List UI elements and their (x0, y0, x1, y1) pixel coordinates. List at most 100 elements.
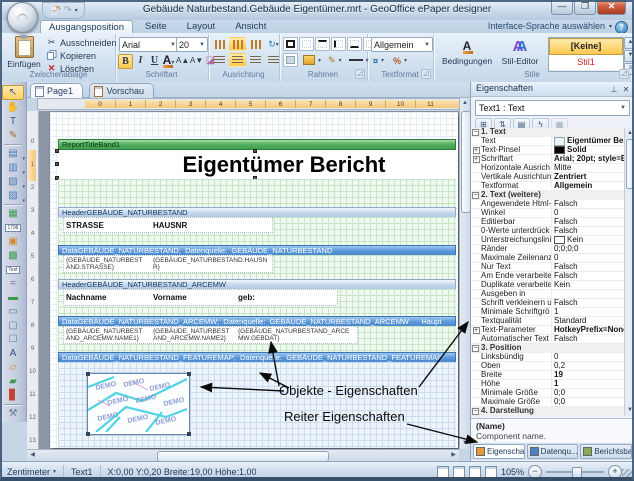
selection-handle[interactable] (55, 149, 59, 153)
label-tool-icon[interactable]: A (3, 347, 23, 360)
field-name2[interactable]: {GEBÄUDE_NATURBESTAND_ARCEMW.NAME2} (153, 328, 233, 342)
resize-grip[interactable] (622, 469, 632, 479)
property-section-header[interactable]: −4. Darstellung (471, 407, 625, 416)
horizontal-ruler[interactable]: 01234567891011 (37, 98, 462, 110)
view-mode-preview-button[interactable] (469, 466, 481, 478)
object-selector-combo[interactable]: Text1 : Text ▼ (475, 100, 630, 116)
property-value[interactable]: 0 (552, 353, 625, 362)
barcode-tool-icon[interactable]: 1798 (3, 221, 23, 234)
picture-tool-icon[interactable]: ▰ (3, 375, 23, 388)
container-tool-icon[interactable]: ▢ (3, 319, 23, 332)
scroll-up-arrow[interactable]: ▲ (625, 128, 634, 139)
number-format-button[interactable]: ¤▾ (371, 54, 386, 67)
align-middle-button[interactable] (229, 37, 246, 51)
chart-tool-icon[interactable]: ▊ (3, 389, 23, 402)
fill-color-button[interactable]: ▾ (301, 54, 323, 67)
italic-button[interactable]: I (134, 54, 147, 67)
border-left-button[interactable] (331, 37, 346, 51)
close-button[interactable]: ✕ (597, 0, 626, 15)
properties-scroll-thumb[interactable] (626, 139, 634, 189)
property-value[interactable]: 0,2 (552, 362, 625, 371)
map-handle[interactable] (187, 432, 191, 436)
conditions-button[interactable]: A Bedingungen (441, 37, 493, 66)
properties-scrollbar[interactable]: ▲ ▼ (624, 128, 634, 416)
feature-map-object[interactable]: DEMODEMODEMODEMODEMODEMODEMODEMODEMO (87, 373, 190, 435)
font-family-combo[interactable]: Arial▼ (119, 37, 179, 52)
property-value[interactable]: Allgemein (552, 182, 625, 191)
gallery-up-button[interactable]: ▲ (624, 37, 634, 49)
scroll-down-arrow[interactable]: ▼ (625, 405, 634, 416)
property-value[interactable]: Falsch (552, 227, 625, 236)
property-value[interactable]: Falsch (552, 335, 625, 344)
sub-report-tool-icon[interactable]: ▨ (3, 189, 23, 202)
cross-band-tool-icon[interactable]: ▥ (3, 161, 23, 174)
copy-button[interactable]: Kopieren (44, 49, 119, 62)
zoom-slider[interactable] (546, 471, 604, 473)
tools-tool-icon[interactable]: ⚒ (3, 407, 23, 420)
view-mode-fullscreen-button[interactable] (485, 466, 497, 478)
tab-datenquelle[interactable]: Datenqu... (527, 444, 579, 459)
style-gallery-item[interactable]: [Keine] (549, 38, 623, 55)
selection-handle[interactable] (253, 149, 257, 153)
collapse-icon[interactable]: − (472, 345, 479, 352)
pan-tool-icon[interactable]: ✋ (3, 101, 23, 114)
collapse-icon[interactable]: − (472, 408, 479, 415)
column-vorname[interactable]: Vorname (153, 293, 187, 302)
tab-berichtsbaum[interactable]: Berichtsba... (580, 444, 632, 459)
field-strasse[interactable]: {GEBÄUDE_NATURBESTAND.STRASSE} (66, 257, 144, 271)
font-size-combo[interactable]: 20▼ (176, 37, 208, 52)
field-name1[interactable]: {GEBÄUDE_NATURBESTAND_ARCEMW.NAME1} (66, 328, 146, 342)
scroll-left-arrow[interactable]: ◀ (27, 450, 38, 461)
scroll-down-arrow[interactable]: ▼ (460, 438, 470, 449)
selection-handle[interactable] (55, 162, 59, 166)
rahmen-dialog-launcher[interactable]: ◿ (355, 69, 365, 79)
view-mode-normal-button[interactable] (437, 466, 449, 478)
textformat-dialog-launcher[interactable]: ◿ (421, 69, 431, 79)
column-strasse[interactable]: STRASSE (66, 221, 104, 230)
bold-button[interactable]: B (118, 54, 133, 69)
property-value[interactable]: Falsch (552, 200, 625, 209)
property-value[interactable]: Zentriert (552, 173, 625, 182)
grow-font-button[interactable]: A▲ (176, 54, 189, 67)
scroll-up-arrow[interactable]: ▲ (460, 98, 470, 109)
title-text-object[interactable]: Eigentümer Bericht (58, 150, 456, 179)
expand-icon[interactable]: + (473, 327, 480, 334)
property-value[interactable]: 0;0 (552, 389, 625, 398)
property-value[interactable]: Kein (552, 236, 625, 245)
style-gallery-item[interactable]: Stil1 (549, 55, 623, 71)
maximize-button[interactable]: ❐ (574, 0, 596, 15)
style-editor-button[interactable]: AA Stil-Editor (497, 37, 543, 66)
percent-format-button[interactable]: %▾ (391, 54, 409, 67)
panel-tool-icon[interactable]: ▭ (3, 305, 23, 318)
tab-vorschau[interactable]: Vorschau (89, 83, 154, 98)
align-center-button[interactable] (229, 53, 246, 67)
minimize-button[interactable]: — (551, 0, 573, 15)
column-geb[interactable]: geb: (238, 293, 255, 302)
property-value[interactable]: Mitte (552, 164, 625, 173)
property-value[interactable]: 1 (552, 308, 625, 317)
design-canvas[interactable]: ReportTitleBand1 Eigentümer Bericht Head… (39, 111, 459, 449)
font-color-button[interactable]: A▾ (162, 54, 175, 67)
align-top-button[interactable] (211, 37, 228, 51)
language-selector[interactable]: Interface-Sprache auswählen ▾ (488, 21, 612, 31)
property-value[interactable]: Arial; 20pt; style=Bold (552, 155, 625, 164)
view-mode-layout-button[interactable] (453, 466, 465, 478)
border-top-button[interactable] (315, 37, 330, 51)
map-handle[interactable] (86, 432, 90, 436)
vertical-scrollbar[interactable]: ▲ ▼ (459, 98, 470, 449)
redo-button[interactable]: ↷ (63, 4, 71, 17)
signature-tool-icon[interactable]: ≈ (3, 277, 23, 290)
collapse-icon[interactable]: − (472, 192, 479, 199)
column-hausnr[interactable]: HAUSNR (153, 221, 187, 230)
data-band-tool-icon[interactable]: ▬ (3, 291, 23, 304)
border-none-button[interactable] (299, 37, 314, 51)
field-gebdat[interactable]: {GEBÄUDE_NATURBESTAND_ARCEMW.GEBDAT} (238, 328, 350, 342)
zoom-slider-thumb[interactable] (572, 467, 582, 479)
property-value[interactable]: HotkeyPrefix=None; LineL (552, 326, 625, 335)
textbox-tool-icon[interactable]: Text (3, 263, 23, 276)
property-value[interactable]: Eigentümer Bericht (552, 137, 625, 146)
map-handle[interactable] (86, 372, 90, 376)
property-value[interactable]: 0 (552, 254, 625, 263)
band-tool-icon[interactable]: ▤ (3, 147, 23, 160)
checkbox-tool-icon[interactable]: ☐ (3, 333, 23, 346)
